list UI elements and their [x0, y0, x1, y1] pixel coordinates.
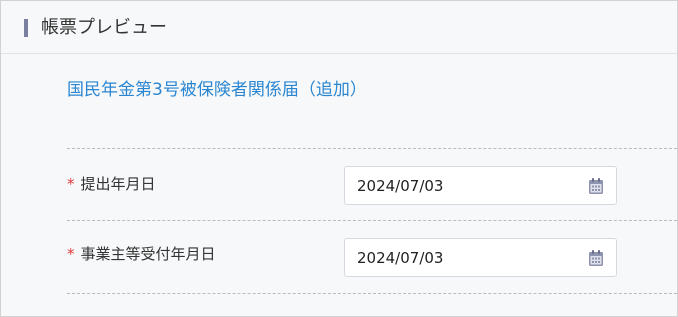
field-label-employer-receipt-date: * 事業主等受付年月日: [67, 244, 216, 264]
field-label-text: 事業主等受付年月日: [80, 245, 216, 263]
form-title: 国民年金第3号被保険者関係届（追加）: [67, 80, 367, 100]
field-label-submission-date: * 提出年月日: [67, 174, 156, 194]
row-divider: [67, 148, 677, 149]
panel-header: 帳票プレビュー: [1, 1, 677, 53]
calendar-icon[interactable]: [588, 249, 604, 267]
row-divider: [67, 293, 677, 294]
header-divider: [1, 53, 677, 54]
submission-date-input[interactable]: 2024/07/03: [344, 166, 617, 205]
required-mark: *: [67, 175, 75, 193]
panel-title: 帳票プレビュー: [41, 17, 167, 38]
calendar-icon[interactable]: [588, 177, 604, 195]
employer-receipt-date-value[interactable]: 2024/07/03: [357, 249, 443, 267]
field-label-text: 提出年月日: [80, 175, 156, 193]
required-mark: *: [67, 245, 75, 263]
header-accent-bar: [24, 19, 28, 37]
employer-receipt-date-input[interactable]: 2024/07/03: [344, 238, 617, 277]
submission-date-value[interactable]: 2024/07/03: [357, 177, 443, 195]
row-divider: [67, 220, 677, 221]
preview-panel: 帳票プレビュー 国民年金第3号被保険者関係届（追加） * 提出年月日 2024/0…: [0, 0, 678, 317]
